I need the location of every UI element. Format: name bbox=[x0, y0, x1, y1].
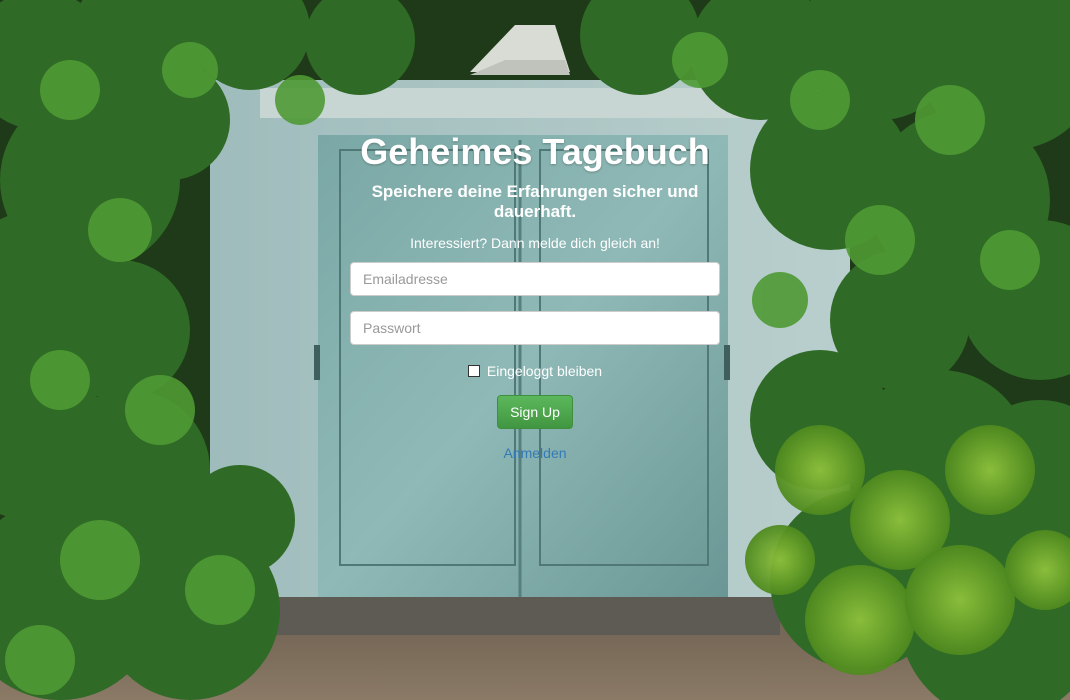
login-link[interactable]: Anmelden bbox=[340, 445, 730, 461]
signup-panel: Geheimes Tagebuch Speichere deine Erfahr… bbox=[340, 128, 730, 461]
signup-form: Eingeloggt bleiben Sign Up bbox=[340, 262, 730, 429]
page-subtitle: Speichere deine Erfahrungen sicher und d… bbox=[371, 182, 699, 221]
password-field[interactable] bbox=[350, 311, 720, 345]
signup-invitation: Interessiert? Dann melde dich gleich an! bbox=[410, 235, 660, 251]
sign-up-button[interactable]: Sign Up bbox=[497, 395, 573, 429]
page-scene: Geheimes Tagebuch Speichere deine Erfahr… bbox=[0, 0, 1070, 700]
page-title: Geheimes Tagebuch bbox=[360, 131, 710, 172]
email-field[interactable] bbox=[350, 262, 720, 296]
remember-me-label[interactable]: Eingeloggt bleiben bbox=[487, 362, 602, 380]
remember-me-row: Eingeloggt bleiben bbox=[340, 362, 730, 380]
remember-me-checkbox[interactable] bbox=[467, 365, 480, 377]
